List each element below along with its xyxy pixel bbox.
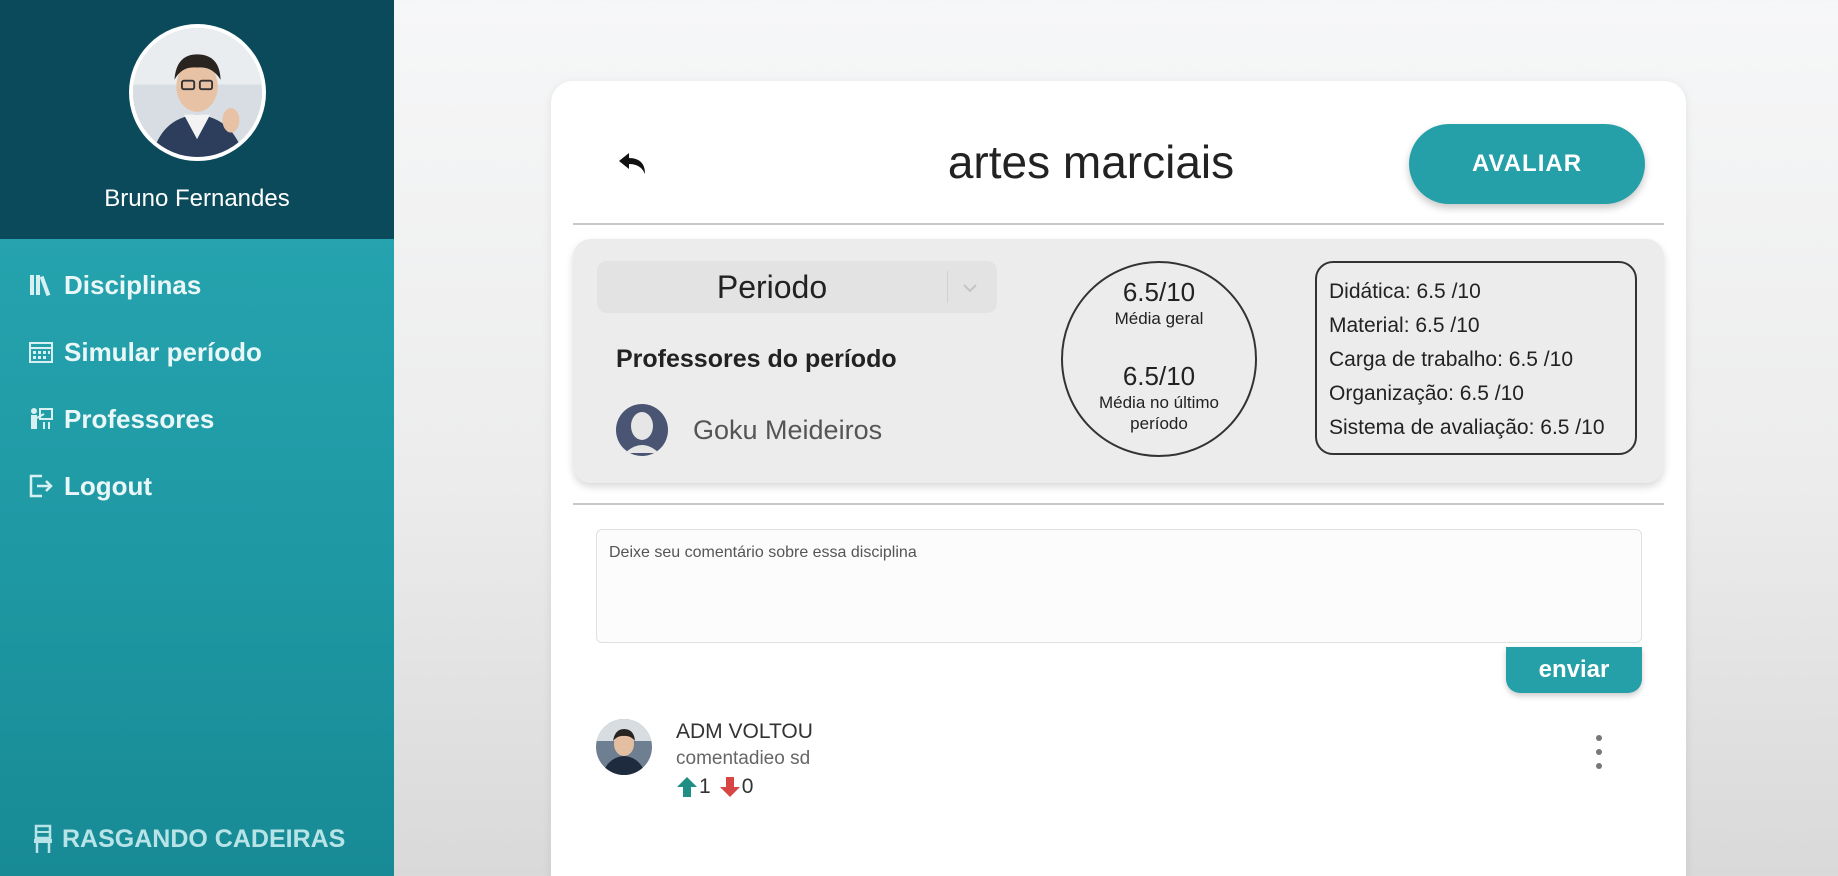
ratings-box: Didática: 6.5 /10 Material: 6.5 /10 Carg… (1315, 261, 1637, 455)
avaliar-button[interactable]: AVALIAR (1409, 124, 1645, 204)
back-arrow-icon[interactable] (615, 145, 651, 181)
media-ultimo-value: 6.5/10 (1122, 361, 1196, 391)
chevron-down-icon (963, 284, 977, 293)
sidebar-nav: Disciplinas Simular período Professores … (0, 261, 394, 510)
books-icon (30, 275, 51, 297)
sidebar-item-logout[interactable]: Logout (0, 462, 394, 510)
periodo-select[interactable]: Periodo (597, 261, 997, 313)
info-panel: Periodo Professores do período Goku Meid… (573, 239, 1664, 483)
chair-icon (34, 824, 52, 853)
arrow-down-icon (719, 777, 740, 797)
downvote-count: 0 (741, 775, 754, 798)
sidebar-item-label: Professores (64, 403, 215, 434)
comment-item: ADM VOLTOU comentadieo sd 1 0 (596, 719, 1602, 809)
content-divider (573, 503, 1664, 505)
upvote-button[interactable]: 1 (676, 775, 711, 799)
person-icon (616, 404, 668, 456)
page-title: artes marciais (947, 136, 1235, 188)
arrow-up-icon (677, 777, 697, 797)
user-avatar[interactable] (128, 24, 266, 161)
professor-item[interactable]: Goku Meideiros (615, 403, 882, 457)
media-geral-label: Média geral (1114, 309, 1204, 328)
logout-icon (29, 474, 53, 498)
sidebar-item-label: Simular período (64, 336, 262, 367)
header-divider (573, 223, 1664, 225)
rating-carga: Carga de trabalho: 6.5 /10 (1329, 348, 1574, 371)
upvote-count: 1 (699, 775, 711, 798)
sidebar-item-disciplinas[interactable]: Disciplinas (0, 261, 394, 309)
profile-section: Bruno Fernandes (0, 0, 394, 239)
media-ultimo-label: Média no último período (1098, 393, 1219, 434)
comment-avatar (596, 719, 652, 775)
comment-input[interactable] (596, 529, 1642, 643)
professor-name: Goku Meideiros (693, 414, 883, 445)
downvote-button[interactable]: 0 (719, 775, 754, 799)
media-circle: 6.5/10 Média geral 6.5/10 Média no últim… (1061, 261, 1257, 457)
brand-logo: RASGANDO CADEIRAS (32, 824, 345, 854)
calendar-icon (29, 342, 53, 363)
rating-organizacao: Organização: 6.5 /10 (1329, 382, 1524, 405)
sidebar-item-label: Disciplinas (64, 269, 202, 300)
enviar-button[interactable]: enviar (1506, 647, 1642, 693)
user-name: Bruno Fernandes (104, 185, 290, 212)
comment-author: ADM VOLTOU (676, 720, 813, 743)
sidebar-item-professores[interactable]: Professores (0, 395, 394, 443)
brand-name: RASGANDO CADEIRAS (62, 824, 346, 853)
rating-didatica: Didática: 6.5 /10 (1329, 280, 1481, 303)
sidebar: Bruno Fernandes Disciplinas Simular perí… (0, 0, 394, 876)
teacher-icon (31, 408, 53, 429)
select-separator (947, 271, 948, 303)
media-geral-value: 6.5/10 (1122, 277, 1196, 307)
sidebar-item-label: Logout (64, 470, 153, 501)
more-vertical-icon[interactable] (1593, 733, 1605, 771)
rating-material: Material: 6.5 /10 (1329, 314, 1480, 337)
vote-controls: 1 0 (676, 775, 761, 799)
periodo-select-value: Periodo (716, 269, 828, 305)
rating-sistema: Sistema de avaliação: 6.5 /10 (1329, 416, 1605, 439)
professors-heading: Professores do período (616, 345, 897, 373)
sidebar-item-simular-periodo[interactable]: Simular período (0, 328, 394, 376)
comment-text: comentadieo sd (676, 748, 811, 769)
discipline-card: artes marciais AVALIAR Periodo Professor… (551, 81, 1686, 876)
